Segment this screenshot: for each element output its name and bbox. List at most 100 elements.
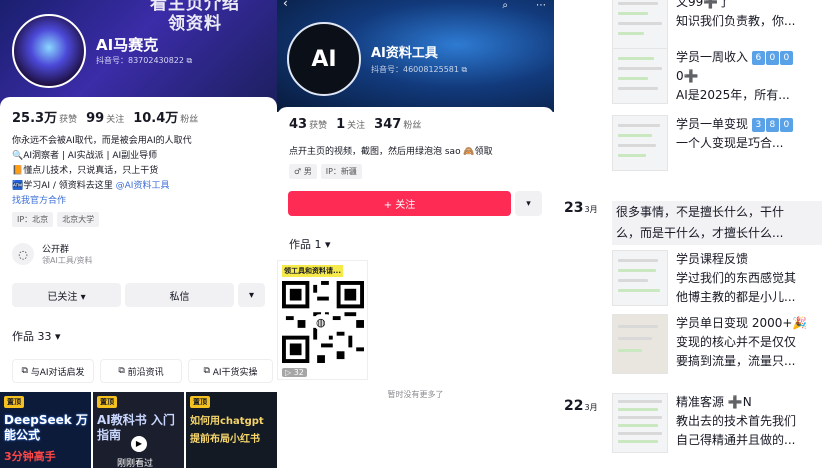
date-label: 223月 <box>564 398 598 414</box>
digit-badge: 0 <box>779 117 793 132</box>
more-button[interactable]: ▾ <box>238 283 265 307</box>
video-thumb-qr[interactable]: 领工具和资料请... ◍ ▷ 32 <box>277 260 368 380</box>
profile-uid: 抖音号：83702430822 ⧉ <box>96 55 192 66</box>
public-group-entry[interactable]: ◌ 公开群 领AI工具/资料 <box>12 236 265 272</box>
official-cooperation-link[interactable]: 找我官方合作 <box>12 194 192 209</box>
digit-badge: 8 <box>765 117 779 132</box>
video-thumb-chatgpt[interactable]: 置顶 如何用chatgpt 提前布局小红书 <box>186 392 277 468</box>
more-button[interactable]: ▾ <box>515 191 542 216</box>
post-line: 要搞到流量，流量只... <box>676 354 796 368</box>
pinned-badge: 置顶 <box>4 396 24 408</box>
thumb-title: 如何用chatgpt 提前布局小红书 <box>190 416 264 445</box>
stat-likes[interactable]: 43 获赞 <box>289 117 327 132</box>
chip-hands-on[interactable]: ⧉ AI干货实操 <box>188 359 273 383</box>
date-month: 3月 <box>584 403 598 412</box>
stat-followers[interactable]: 10.4万 粉丝 <box>133 107 198 126</box>
post-line: 学员课程反馈 <box>676 252 749 266</box>
post-screenshot <box>612 250 668 306</box>
bio-account-link[interactable]: @AI资料工具 <box>116 181 170 191</box>
post-text: 学员一单变现 380 一个人变现是巧合... <box>676 115 794 153</box>
layers-icon: ⧉ <box>21 366 28 376</box>
stat-value: 1 <box>336 117 346 132</box>
bio: 你永远不会被AI取代，而是被会用AI的人取代 🔍AI洞察者 | AI实战派 | … <box>12 134 192 209</box>
follow-button[interactable]: + 关注 <box>288 191 511 216</box>
bio-line: 你永远不会被AI取代，而是被会用AI的人取代 <box>12 136 192 146</box>
avatar-text: AI <box>311 46 337 72</box>
top-icons: ⌕ ⋯ <box>502 0 546 11</box>
video-thumb-ai-guide[interactable]: 置顶 AI教科书 入门指南 ▶ 刚刚看过 <box>93 392 184 468</box>
timeline-post[interactable]: 学员一单变现 380 一个人变现是巧合... <box>612 115 822 171</box>
video-grid: 置顶 DeepSeek 万能公式 3分钟高手 置顶 AI教科书 入门指南 ▶ 刚… <box>0 392 277 468</box>
digit-badge: 6 <box>751 50 765 65</box>
profile-panel-ai-masaike: 看主页介绍 领资料 AI马赛克 抖音号：83702430822 ⧉ 25.3万获… <box>0 0 277 468</box>
copy-icon[interactable]: ⧉ <box>187 56 193 65</box>
date-day: 22 <box>564 398 584 414</box>
date-day: 23 <box>564 200 584 216</box>
works-tab[interactable]: 作品 33 ▾ <box>12 328 61 344</box>
wechat-icon: ◍ <box>316 316 326 329</box>
layers-icon: ⧉ <box>118 366 125 376</box>
avatar[interactable] <box>12 14 86 88</box>
timeline-post[interactable]: 又99➕了 知识我们负责教，你... <box>612 0 822 49</box>
timeline-post[interactable]: 精准客源 ➕N 教出去的技术首先我们 自己得精通并且做的... <box>612 393 822 453</box>
date-month: 3月 <box>584 205 598 214</box>
video-thumb-deepseek[interactable]: 置顶 DeepSeek 万能公式 3分钟高手 <box>0 392 91 468</box>
timeline-post[interactable]: 学员一周收入 600 0➕ AI是2025年，所有... <box>612 48 822 104</box>
digit-badge: 0 <box>779 50 793 65</box>
avatar[interactable]: AI <box>287 22 361 96</box>
profile-card: 43 获赞 1 关注 347 粉丝 点开主页的视频，截图，然后用绿泡泡 sao 🙈领取… <box>277 107 554 468</box>
profile-card: 25.3万 获赞 99 关注 10.4万 粉丝 你永远不会被AI取代，而是被会用AI的… <box>0 97 277 468</box>
stat-value: 25.3万 <box>12 111 58 126</box>
group-chat-icon: ◌ <box>12 243 34 265</box>
profile-tags: ♂ 男 IP：新疆 <box>289 164 362 179</box>
group-subtitle: 领AI工具/资料 <box>42 256 93 265</box>
more-icon[interactable]: ⋯ <box>536 0 546 11</box>
post-screenshot <box>612 0 668 49</box>
stat-followers[interactable]: 347 粉丝 <box>374 117 421 132</box>
layers-icon: ⧉ <box>203 366 210 376</box>
thumb-title: DeepSeek 万能公式 <box>4 413 88 442</box>
chip-label: 与AI对话启发 <box>30 367 85 378</box>
back-icon[interactable]: ‹ <box>283 0 288 10</box>
text-post[interactable]: 很多事情，不是擅长什么，干什 么，而是干什么，才擅长什么... <box>612 201 822 245</box>
post-line: 学过我们的东西感觉其 <box>676 271 797 285</box>
post-line: 么，而是干什么，才擅长什么... <box>616 226 784 240</box>
banner-text: 看主页介绍 领资料 <box>150 0 240 34</box>
gender-tag: ♂ 男 <box>289 164 317 179</box>
stat-value: 99 <box>86 111 105 126</box>
collection-chips: ⧉ 与AI对话启发 ⧉ 前沿资讯 ⧉ AI干货实操 <box>12 359 273 383</box>
stat-label: 获赞 <box>59 115 78 125</box>
timeline-post[interactable]: 学员课程反馈 学过我们的东西感觉其 他博主教的都是小儿... <box>612 250 822 306</box>
stat-label: 关注 <box>347 121 366 131</box>
stat-following[interactable]: 99 关注 <box>86 111 124 126</box>
profile-name: AI资料工具 <box>371 46 438 61</box>
stat-label: 粉丝 <box>180 115 199 125</box>
school-tag[interactable]: 北京大学 <box>57 212 100 227</box>
stat-likes[interactable]: 25.3万 获赞 <box>12 107 77 126</box>
chip-ai-dialogue[interactable]: ⧉ 与AI对话启发 <box>12 359 94 383</box>
post-line: 精准客源 ➕N <box>676 395 752 409</box>
post-text: 学员一周收入 600 0➕ AI是2025年，所有... <box>676 48 794 105</box>
recently-watched-label: 刚刚看过 <box>117 459 154 468</box>
stat-label: 获赞 <box>309 121 328 131</box>
bio: 点开主页的视频，截图，然后用绿泡泡 sao 🙈领取 <box>289 147 493 157</box>
stat-following[interactable]: 1 关注 <box>336 117 365 132</box>
works-tab[interactable]: 作品 1 ▾ <box>289 236 331 252</box>
copy-icon[interactable]: ⧉ <box>462 65 468 74</box>
followed-button[interactable]: 已关注 ▾ <box>12 283 121 307</box>
post-screenshot <box>612 115 668 171</box>
post-line: 0➕ <box>676 69 699 83</box>
bio-line: 🔍AI洞察者 | AI实战派 | AI副业导师 <box>12 151 158 161</box>
profile-panel-ai-tools: ‹ ⌕ ⋯ AI AI资料工具 抖音号：46008125581 ⧉ 43 获赞 1… <box>277 0 554 468</box>
message-button[interactable]: 私信 <box>125 283 234 307</box>
play-icon: ▶ <box>131 436 147 452</box>
timeline-post[interactable]: 学员单日变现 2000+🎉 变现的核心并不是仅仅 要搞到流量，流量只... <box>612 314 822 374</box>
stat-value: 43 <box>289 117 308 132</box>
action-buttons: 已关注 ▾ 私信 ▾ <box>12 283 265 307</box>
profile-uid: 抖音号：46008125581 ⧉ <box>371 64 467 75</box>
search-icon[interactable]: ⌕ <box>502 0 508 11</box>
bio-line-text: 🏧学习AI / 领资料去这里 <box>12 181 116 191</box>
profile-stats: 43 获赞 1 关注 347 粉丝 <box>289 117 421 132</box>
chip-news[interactable]: ⧉ 前沿资讯 <box>100 359 182 383</box>
bio-line: 📙懂点儿技术，只说真话，只上干货 <box>12 166 159 176</box>
